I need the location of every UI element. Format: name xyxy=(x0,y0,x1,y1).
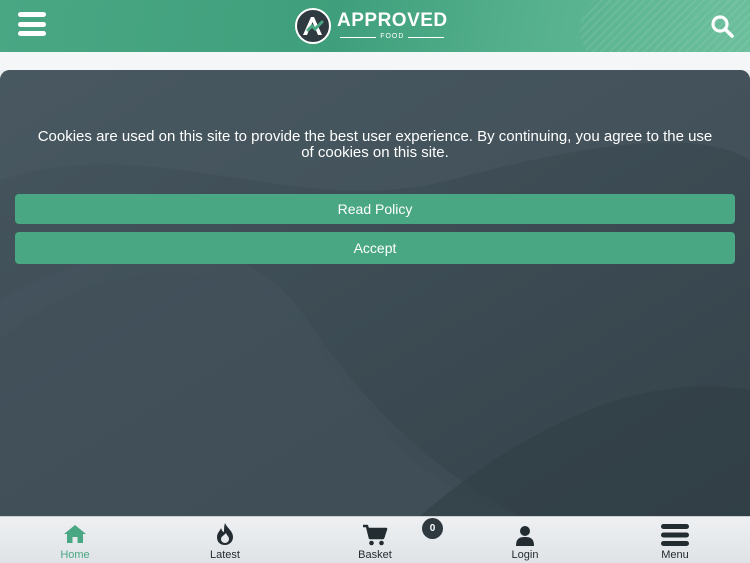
flame-icon xyxy=(217,523,233,545)
cookie-message: Cookies are used on this site to provide… xyxy=(37,128,713,161)
cart-icon xyxy=(363,524,388,546)
home-icon xyxy=(64,525,86,543)
logo-mark-icon xyxy=(295,8,331,44)
nav-item-latest[interactable]: Latest xyxy=(175,517,275,563)
logo-wordmark: APPROVED xyxy=(337,10,448,31)
header-gap-strip xyxy=(0,52,750,70)
nav-item-menu[interactable]: Menu xyxy=(625,517,725,563)
read-policy-button[interactable]: Read Policy xyxy=(15,194,735,224)
nav-label-menu: Menu xyxy=(661,549,689,561)
bottom-nav-bar: Home Latest Basket Login Menu xyxy=(0,516,750,563)
cookie-consent-panel: Cookies are used on this site to provide… xyxy=(0,70,750,516)
nav-label-latest: Latest xyxy=(210,549,240,561)
hamburger-icon[interactable] xyxy=(18,12,46,36)
hamburger-icon xyxy=(661,524,689,546)
logo-subtitle: FOOD xyxy=(340,33,444,41)
nav-item-basket[interactable]: Basket xyxy=(325,517,425,563)
site-header: APPROVED FOOD xyxy=(0,0,750,52)
nav-item-home[interactable]: Home xyxy=(25,517,125,563)
search-icon[interactable] xyxy=(710,14,734,38)
basket-count-badge: 0 xyxy=(422,518,443,539)
nav-label-home: Home xyxy=(60,549,90,561)
site-logo[interactable]: APPROVED FOOD xyxy=(295,8,448,44)
user-icon xyxy=(516,526,534,546)
nav-label-login: Login xyxy=(511,549,539,561)
nav-label-basket: Basket xyxy=(358,549,392,561)
nav-item-login[interactable]: Login xyxy=(475,517,575,563)
accept-button[interactable]: Accept xyxy=(15,232,735,264)
